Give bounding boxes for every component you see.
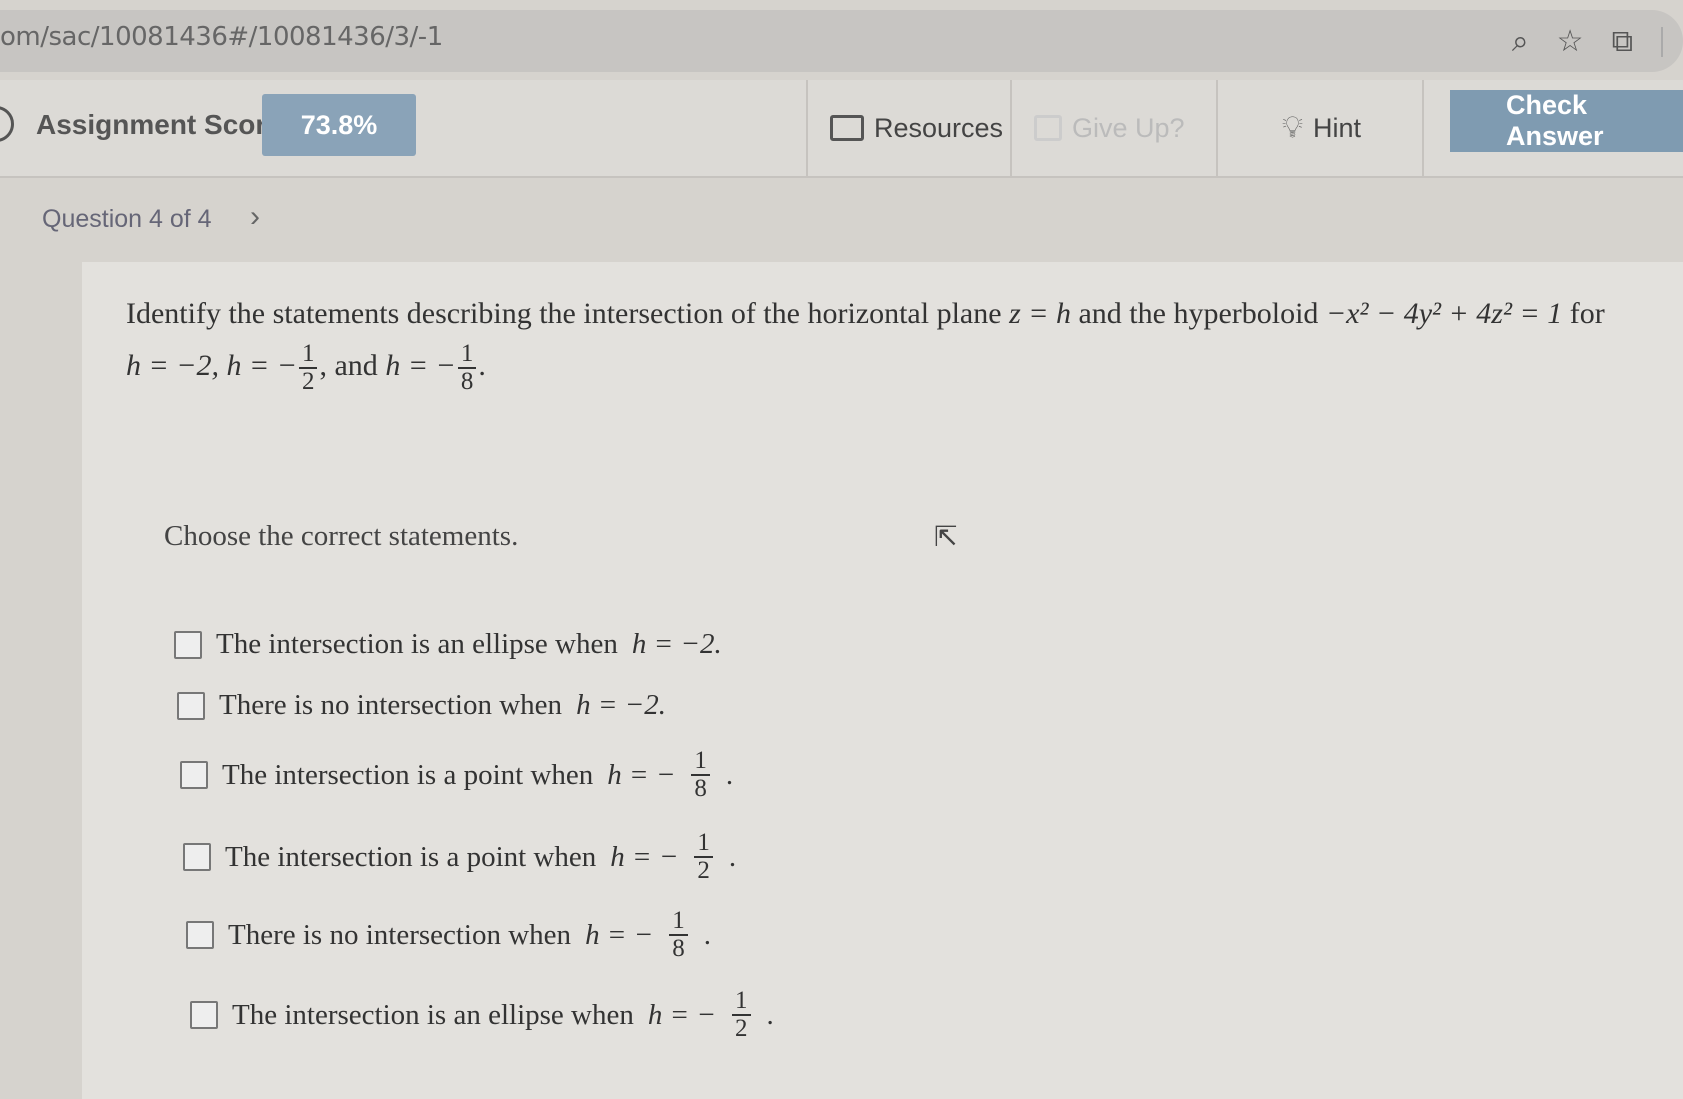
question-prompt: Identify the statements describing the i… <box>126 297 1605 396</box>
option-1[interactable]: The intersection is an ellipse when h = … <box>174 628 722 661</box>
checkbox[interactable] <box>186 921 214 949</box>
hint-button[interactable]: 💡︎ Hint <box>1216 80 1422 176</box>
url-text[interactable]: om/sac/10081436#/10081436/3/-1 <box>0 22 443 52</box>
check-answer-button[interactable]: Check Answer <box>1450 90 1683 152</box>
star-icon[interactable]: ☆ <box>1557 24 1584 59</box>
checkbox[interactable] <box>177 691 205 720</box>
checkbox[interactable] <box>190 1001 218 1029</box>
lightbulb-icon: 💡︎ <box>1282 111 1303 144</box>
give-up-button[interactable]: Give Up? <box>1010 80 1216 176</box>
assignment-score-value: 73.8% <box>262 94 416 156</box>
option-2[interactable]: There is no intersection when h = −2. <box>177 689 666 722</box>
option-6[interactable]: The intersection is an ellipse when h = … <box>190 988 774 1042</box>
give-up-label: Give Up? <box>1072 112 1185 143</box>
hint-label: Hint <box>1313 112 1362 143</box>
choose-instruction: Choose the correct statements. <box>164 520 519 552</box>
mouse-cursor-icon: ⇱ <box>934 521 958 552</box>
option-5[interactable]: There is no intersection when h = −1 8. <box>186 908 711 962</box>
checkbox[interactable] <box>180 761 208 789</box>
fraction: 18 <box>457 341 477 395</box>
fraction: 12 <box>694 830 713 884</box>
fraction: 12 <box>298 341 318 395</box>
chevron-right-icon[interactable]: › <box>250 200 260 234</box>
resources-label: Resources <box>874 112 1004 143</box>
assignment-score-label: Assignment Score: <box>36 109 292 140</box>
folder-icon <box>830 115 864 141</box>
assignment-toolbar: Assignment Score: 73.8% Resources Give U… <box>0 80 1683 178</box>
fraction: 12 <box>732 988 751 1042</box>
fraction: 18 <box>691 748 710 802</box>
question-nav-label: Question 4 of 4 <box>42 205 212 233</box>
resources-button[interactable]: Resources <box>806 80 1010 176</box>
browser-icons: ⌕ ☆ ⧉ <box>1512 24 1663 59</box>
give-up-icon <box>1034 115 1062 141</box>
checkbox[interactable] <box>183 843 211 871</box>
checkbox[interactable] <box>174 630 202 659</box>
score-ring-icon <box>0 106 14 142</box>
option-3[interactable]: The intersection is a point when h = −1 8… <box>180 748 733 802</box>
puzzle-icon[interactable]: ⧉ <box>1612 25 1633 59</box>
magnifier-icon[interactable]: ⌕ <box>1512 25 1529 59</box>
toolbar-separator <box>1661 26 1663 57</box>
fraction: 18 <box>669 908 688 962</box>
option-4[interactable]: The intersection is a point when h = −1 2… <box>183 830 736 884</box>
